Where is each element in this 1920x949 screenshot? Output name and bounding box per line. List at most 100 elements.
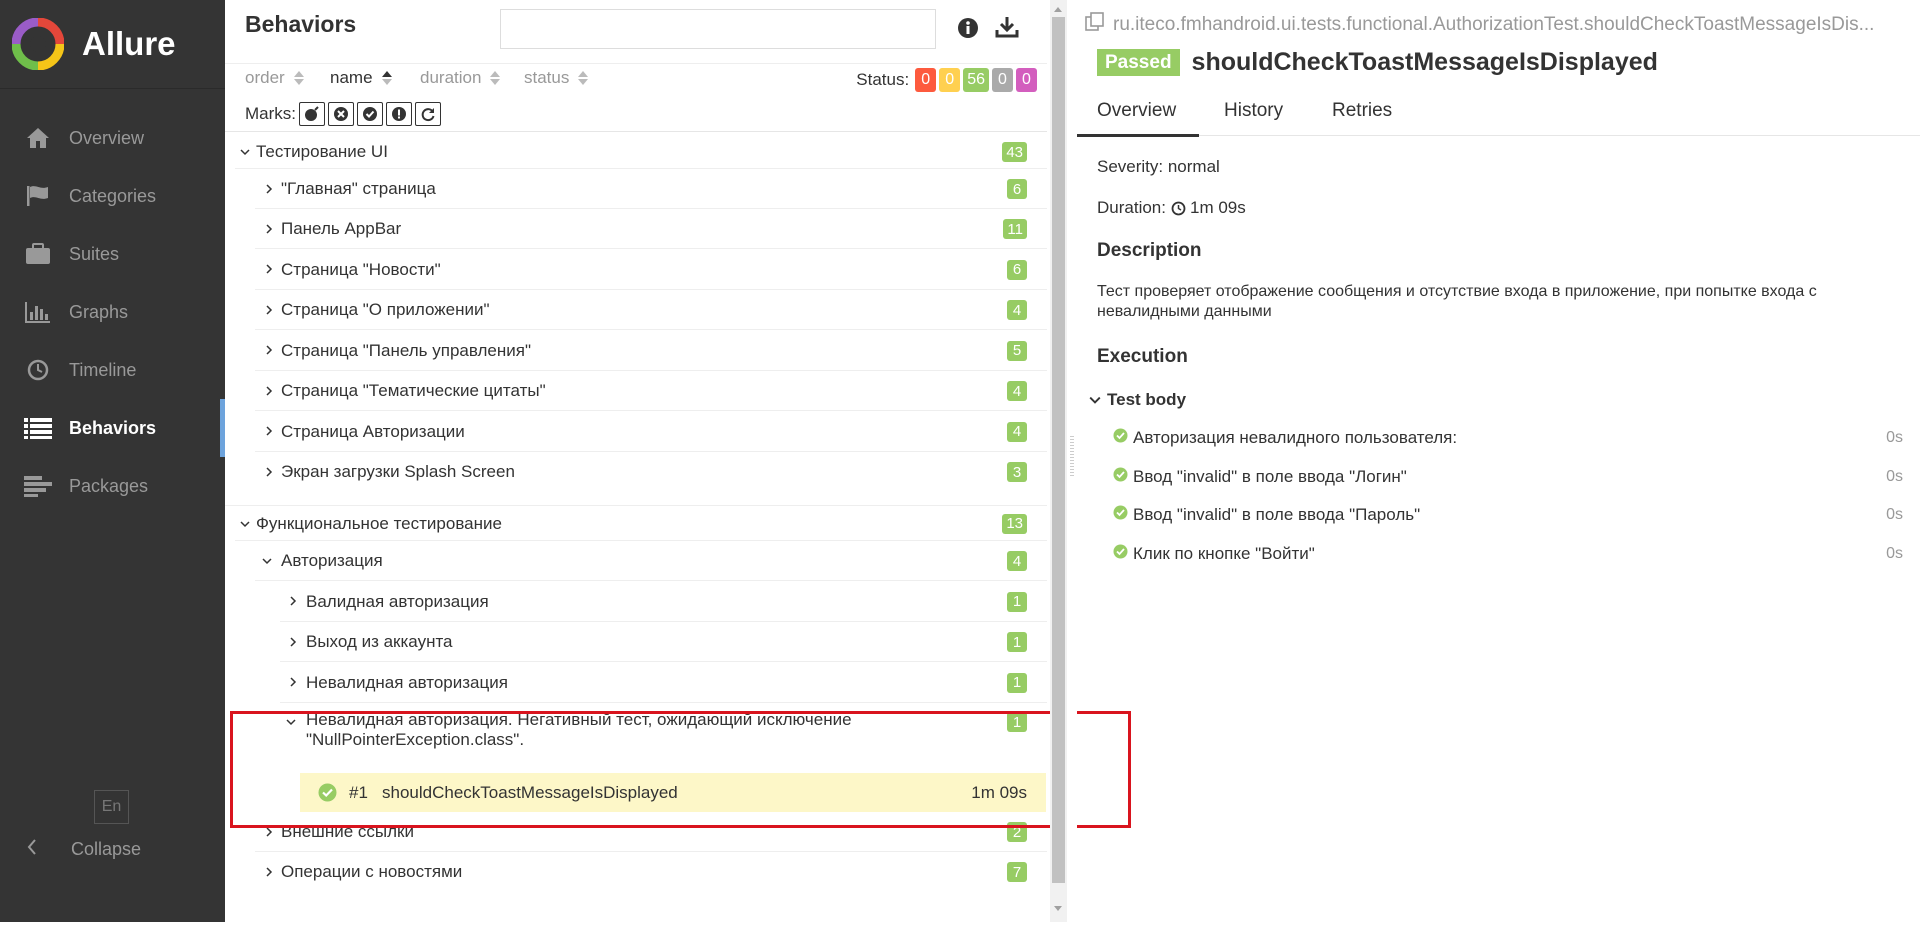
- sidebar-item-label: Categories: [69, 185, 157, 206]
- passed-check-icon: [1113, 467, 1128, 487]
- sidebar-item-packages[interactable]: Packages: [0, 457, 225, 515]
- sidebar-item-label: Packages: [69, 475, 149, 496]
- chevron-right-icon: [266, 827, 273, 837]
- check-circle-icon[interactable]: [357, 102, 383, 126]
- step-row[interactable]: Ввод "invalid" в поле ввода "Пароль" 0s: [1113, 505, 1903, 525]
- severity-line: Severity: normal: [1097, 157, 1220, 176]
- exclamation-circle-icon[interactable]: [386, 102, 412, 126]
- app-title: Allure: [82, 25, 176, 62]
- step-row[interactable]: Авторизация невалидного пользователя: 0s: [1113, 428, 1903, 448]
- copy-icon[interactable]: [1085, 12, 1105, 38]
- sort-name-button[interactable]: name: [330, 68, 392, 88]
- passed-check-icon: [1113, 428, 1128, 448]
- tree-group-label: Страница "Панель управления": [281, 340, 532, 360]
- tree-group-row[interactable]: Функциональное тестирование 13: [225, 505, 1047, 541]
- tree-group-row[interactable]: Валидная авторизация 1: [225, 581, 1047, 622]
- duration-label: Duration:: [1097, 198, 1166, 217]
- logo[interactable]: Allure: [0, 0, 225, 89]
- tree-group-row[interactable]: Операции с новостями 7: [225, 852, 1047, 892]
- search-input[interactable]: [500, 9, 936, 49]
- chevron-down-icon: [1089, 396, 1101, 404]
- tree-group-label: Страница "О приложении": [281, 300, 490, 319]
- sidebar-item-label: Behaviors: [69, 417, 157, 438]
- scroll-thumb[interactable]: [1052, 17, 1065, 883]
- status-passed-toggle[interactable]: 56: [963, 68, 989, 92]
- count-badge: 1: [1007, 591, 1027, 612]
- tree-group-row[interactable]: Панель AppBar 11: [225, 209, 1047, 249]
- duration-value: 1m 09s: [1189, 198, 1246, 217]
- download-icon[interactable]: [995, 16, 1019, 43]
- count-badge: 7: [1007, 862, 1027, 882]
- count-badge: 43: [1002, 142, 1027, 162]
- step-row[interactable]: Клик по кнопке "Войти" 0s: [1113, 544, 1903, 564]
- sidebar: Allure Overview Categories Suites Graphs…: [0, 0, 225, 922]
- sort-label: order: [245, 68, 285, 87]
- sidebar-item-timeline[interactable]: Timeline: [0, 341, 225, 399]
- chevron-right-icon: [266, 224, 273, 234]
- tree-group-row[interactable]: Невалидная авторизация 1: [225, 662, 1047, 703]
- chevron-right-icon: [266, 305, 273, 315]
- tree-group-label: Функциональное тестирование: [256, 513, 502, 533]
- tree-group-row[interactable]: Авторизация 4: [225, 541, 1047, 581]
- page-title: Behaviors: [245, 11, 357, 37]
- sort-bar: order name duration status Status: 0 0 5…: [225, 64, 1047, 132]
- tree-group-row[interactable]: Страница "Панель управления" 5: [225, 330, 1047, 371]
- sidebar-item-suites[interactable]: Suites: [0, 225, 225, 283]
- test-detail-pane: ru.iteco.fmhandroid.ui.tests.functional.…: [1076, 0, 1920, 922]
- tree-group-label: Страница "Тематические цитаты": [281, 381, 546, 400]
- language-button[interactable]: En: [94, 790, 129, 824]
- sidebar-item-overview[interactable]: Overview: [0, 109, 225, 167]
- tree-group-row[interactable]: Экран загрузки Splash Screen 3: [225, 452, 1047, 492]
- tree-group-label: "Главная" страница: [281, 179, 436, 198]
- step-row[interactable]: Ввод "invalid" в поле ввода "Логин" 0s: [1113, 467, 1903, 487]
- refresh-icon[interactable]: [415, 102, 441, 126]
- tree-group-row[interactable]: Страница "О приложении" 4: [225, 290, 1047, 330]
- info-icon[interactable]: [957, 17, 979, 44]
- sidebar-item-categories[interactable]: Categories: [0, 167, 225, 225]
- scroll-up-arrow-icon[interactable]: [1054, 7, 1062, 12]
- tree-group-row[interactable]: Страница "Тематические цитаты" 4: [225, 371, 1047, 411]
- tab-retries[interactable]: Retries: [1332, 100, 1392, 122]
- sidebar-nav: Overview Categories Suites Graphs Timeli…: [0, 109, 225, 515]
- bomb-icon[interactable]: [299, 102, 325, 126]
- test-title: shouldCheckToastMessageIsDisplayed: [1191, 48, 1658, 76]
- execution-heading: Execution: [1097, 346, 1188, 367]
- status-filter: Status: 0 0 56 0 0: [856, 68, 1037, 92]
- test-body-toggle[interactable]: Test body: [1089, 390, 1186, 410]
- test-body-label: Test body: [1107, 390, 1187, 409]
- test-path-text: ru.iteco.fmhandroid.ui.tests.functional.…: [1113, 14, 1875, 35]
- status-unknown-toggle[interactable]: 0: [1016, 68, 1037, 92]
- count-badge: 1: [1007, 672, 1027, 693]
- sidebar-item-label: Timeline: [69, 359, 137, 380]
- clock-icon: [1171, 201, 1186, 216]
- scroll-down-arrow-icon[interactable]: [1054, 906, 1062, 911]
- sort-arrows-icon: [293, 71, 304, 85]
- count-badge: 3: [1007, 462, 1027, 482]
- status-failed-toggle[interactable]: 0: [915, 68, 937, 92]
- allure-logo-icon: [11, 17, 65, 71]
- home-icon: [24, 126, 52, 150]
- tree-group-row[interactable]: Выход из аккаунта 1: [225, 622, 1047, 662]
- tab-history[interactable]: History: [1224, 100, 1283, 122]
- passed-check-icon: [1113, 544, 1128, 564]
- status-broken-toggle[interactable]: 0: [939, 68, 961, 92]
- sidebar-item-graphs[interactable]: Graphs: [0, 283, 225, 341]
- marks-label: Marks:: [245, 104, 296, 123]
- splitter-grip-icon[interactable]: [1070, 436, 1074, 476]
- collapse-label: Collapse: [71, 839, 142, 859]
- collapse-button[interactable]: Collapse: [27, 838, 141, 861]
- times-circle-icon[interactable]: [328, 102, 354, 126]
- sidebar-item-label: Suites: [69, 243, 120, 264]
- tree-group-row[interactable]: Тестирование UI 43: [225, 135, 1047, 169]
- tree-group-row[interactable]: Страница Авторизации 4: [225, 411, 1047, 452]
- sidebar-item-behaviors[interactable]: Behaviors: [0, 399, 225, 457]
- tab-overview[interactable]: Overview: [1076, 100, 1200, 137]
- status-skipped-toggle[interactable]: 0: [992, 68, 1013, 92]
- sort-duration-button[interactable]: duration: [420, 68, 501, 88]
- sort-status-button[interactable]: status: [524, 68, 589, 88]
- pane-header: Behaviors: [225, 0, 1047, 64]
- tree-group-row[interactable]: "Главная" страница 6: [225, 169, 1047, 209]
- sort-order-button[interactable]: order: [245, 68, 304, 88]
- scrollbar[interactable]: [1050, 0, 1067, 922]
- tree-group-row[interactable]: Страница "Новости" 6: [225, 249, 1047, 290]
